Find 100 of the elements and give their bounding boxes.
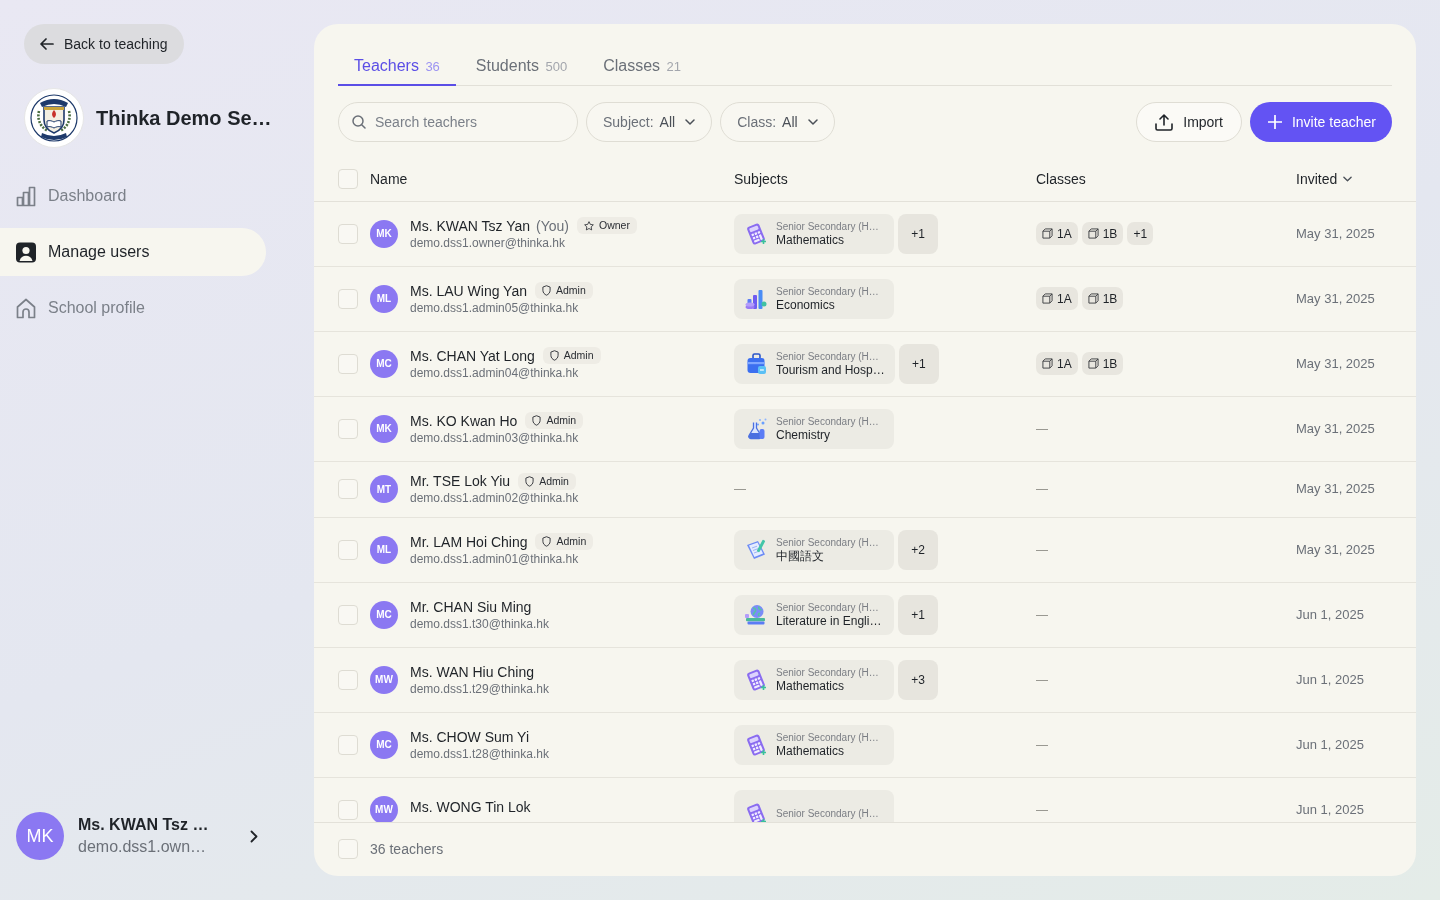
role-label: Admin bbox=[539, 474, 569, 488]
checkbox[interactable] bbox=[338, 604, 358, 625]
chevron-down-icon bbox=[685, 119, 696, 125]
avatar: MW bbox=[370, 665, 398, 694]
invite-button[interactable]: Invite teacher bbox=[1249, 102, 1392, 142]
subject-name: Literature in Engli… bbox=[776, 613, 882, 629]
bar-chart-icon bbox=[16, 185, 36, 207]
teacher-name: Ms. WAN Hiu Ching bbox=[410, 662, 534, 681]
star-icon bbox=[584, 220, 595, 231]
role-label: Admin bbox=[556, 535, 587, 549]
invited-date: Jun 1, 2025 bbox=[1296, 670, 1365, 689]
subject-category: Senior Secondary (H… bbox=[776, 807, 879, 821]
sort-chevron-icon bbox=[1343, 176, 1353, 183]
empty-value: — bbox=[1036, 671, 1048, 689]
class-label: 1B bbox=[1102, 355, 1118, 373]
cube-icon bbox=[1042, 228, 1053, 240]
subject-name: Mathematics bbox=[776, 678, 846, 694]
empty-value: — bbox=[1036, 481, 1048, 499]
column-header[interactable]: Name bbox=[370, 168, 408, 190]
plus-icon bbox=[1267, 115, 1282, 129]
search-icon bbox=[352, 115, 366, 129]
tab[interactable]: Teachers 36 bbox=[338, 48, 456, 86]
subject-category: Senior Secondary (H… bbox=[776, 600, 880, 614]
checkbox[interactable] bbox=[338, 169, 358, 190]
checkbox[interactable] bbox=[338, 734, 358, 755]
shield-icon bbox=[549, 350, 559, 362]
teacher-email: demo.dss1.admin05@thinka.hk bbox=[410, 299, 580, 316]
subject-name: Chemistry bbox=[776, 427, 831, 443]
column-header[interactable]: Invited bbox=[1296, 168, 1353, 190]
column-header[interactable]: Classes bbox=[1036, 168, 1086, 190]
teacher-email: demo.dss1.t29@thinka.hk bbox=[410, 680, 549, 697]
filter-dropdown[interactable]: Subject: All bbox=[586, 102, 713, 142]
avatar: ML bbox=[370, 535, 398, 564]
more-count-chip[interactable]: +1 bbox=[898, 213, 938, 254]
teacher-email: demo.dss1.admin04@thinka.hk bbox=[410, 364, 580, 381]
chevron-right-icon[interactable] bbox=[250, 829, 259, 843]
role-label: Admin bbox=[556, 284, 586, 298]
empty-value: — bbox=[1036, 541, 1048, 559]
user-name: Ms. KWAN Tsz … bbox=[78, 815, 209, 835]
empty-value: — bbox=[1036, 736, 1048, 754]
checkbox[interactable] bbox=[338, 669, 358, 690]
invited-date: May 31, 2025 bbox=[1296, 224, 1376, 243]
subject-name: Mathematics bbox=[776, 232, 846, 248]
user-avatar: MK bbox=[16, 812, 64, 860]
filter-dropdown[interactable]: Class: All bbox=[720, 102, 835, 142]
invited-date: May 31, 2025 bbox=[1296, 540, 1376, 559]
checkbox[interactable] bbox=[338, 223, 358, 244]
checkbox[interactable] bbox=[338, 288, 358, 309]
more-count-chip[interactable]: +2 bbox=[898, 529, 938, 570]
class-label: 1A bbox=[1057, 225, 1072, 243]
more-count-chip[interactable]: +1 bbox=[1127, 222, 1154, 246]
teacher-name: Ms. CHAN Yat Long bbox=[410, 346, 535, 365]
subject-category: Senior Secondary (H… bbox=[776, 349, 880, 363]
search-field[interactable]: Search teachers bbox=[338, 102, 578, 142]
avatar: MC bbox=[370, 349, 398, 378]
back-button[interactable]: Back to teaching bbox=[24, 24, 184, 64]
checkbox[interactable] bbox=[338, 479, 358, 500]
empty-value: — bbox=[1036, 801, 1048, 819]
subject-category: Senior Secondary (H… bbox=[776, 535, 879, 549]
subject-category: Senior Secondary (H… bbox=[776, 665, 879, 679]
avatar: ML bbox=[370, 284, 398, 313]
class-label: 1A bbox=[1057, 290, 1072, 308]
avatar: MW bbox=[370, 795, 398, 822]
shield-icon bbox=[542, 536, 552, 548]
checkbox[interactable] bbox=[338, 418, 358, 439]
role-label: Admin bbox=[546, 414, 577, 428]
tab[interactable]: Classes 21 bbox=[587, 48, 697, 86]
shield-icon bbox=[542, 285, 551, 297]
shield-icon bbox=[532, 415, 542, 427]
empty-value: — bbox=[1036, 420, 1048, 438]
class-label: 1B bbox=[1102, 225, 1118, 243]
teacher-name: Ms. WONG Tin Lok bbox=[410, 797, 531, 816]
globe-books-icon bbox=[744, 602, 768, 627]
cube-icon bbox=[1042, 358, 1053, 370]
teacher-name: Ms. LAU Wing Yan bbox=[410, 281, 527, 300]
teacher-email: demo.dss1.t30@thinka.hk bbox=[410, 615, 549, 632]
teacher-count: 36 teachers bbox=[370, 839, 444, 859]
subject-category: Senior Secondary (H… bbox=[776, 284, 879, 298]
teacher-email: demo.dss1.admin03@thinka.hk bbox=[410, 429, 580, 446]
invited-date: May 31, 2025 bbox=[1296, 354, 1376, 373]
more-count-chip[interactable]: +1 bbox=[898, 343, 939, 384]
book-pencil-icon bbox=[744, 537, 768, 562]
more-count-chip[interactable]: +1 bbox=[898, 594, 938, 635]
teacher-name: Mr. TSE Lok Yiu bbox=[410, 472, 511, 491]
user-card-icon bbox=[16, 241, 36, 263]
invited-date: May 31, 2025 bbox=[1296, 419, 1376, 438]
teacher-email: demo.dss1.t28@thinka.hk bbox=[410, 745, 549, 762]
column-header[interactable]: Subjects bbox=[734, 168, 788, 190]
arrow-left-icon bbox=[40, 38, 54, 50]
checkbox[interactable] bbox=[338, 839, 358, 860]
nav-item[interactable]: Manage users bbox=[0, 228, 266, 276]
checkbox[interactable] bbox=[338, 799, 358, 820]
import-button[interactable]: Import bbox=[1136, 102, 1242, 142]
more-count-chip[interactable]: +3 bbox=[898, 659, 938, 700]
tab[interactable]: Students 500 bbox=[459, 48, 584, 86]
checkbox[interactable] bbox=[338, 539, 358, 560]
checkbox[interactable] bbox=[338, 353, 358, 374]
home-icon bbox=[16, 297, 36, 319]
teacher-name: Mr. LAM Hoi Ching bbox=[410, 532, 528, 551]
empty-value: — bbox=[734, 481, 746, 499]
